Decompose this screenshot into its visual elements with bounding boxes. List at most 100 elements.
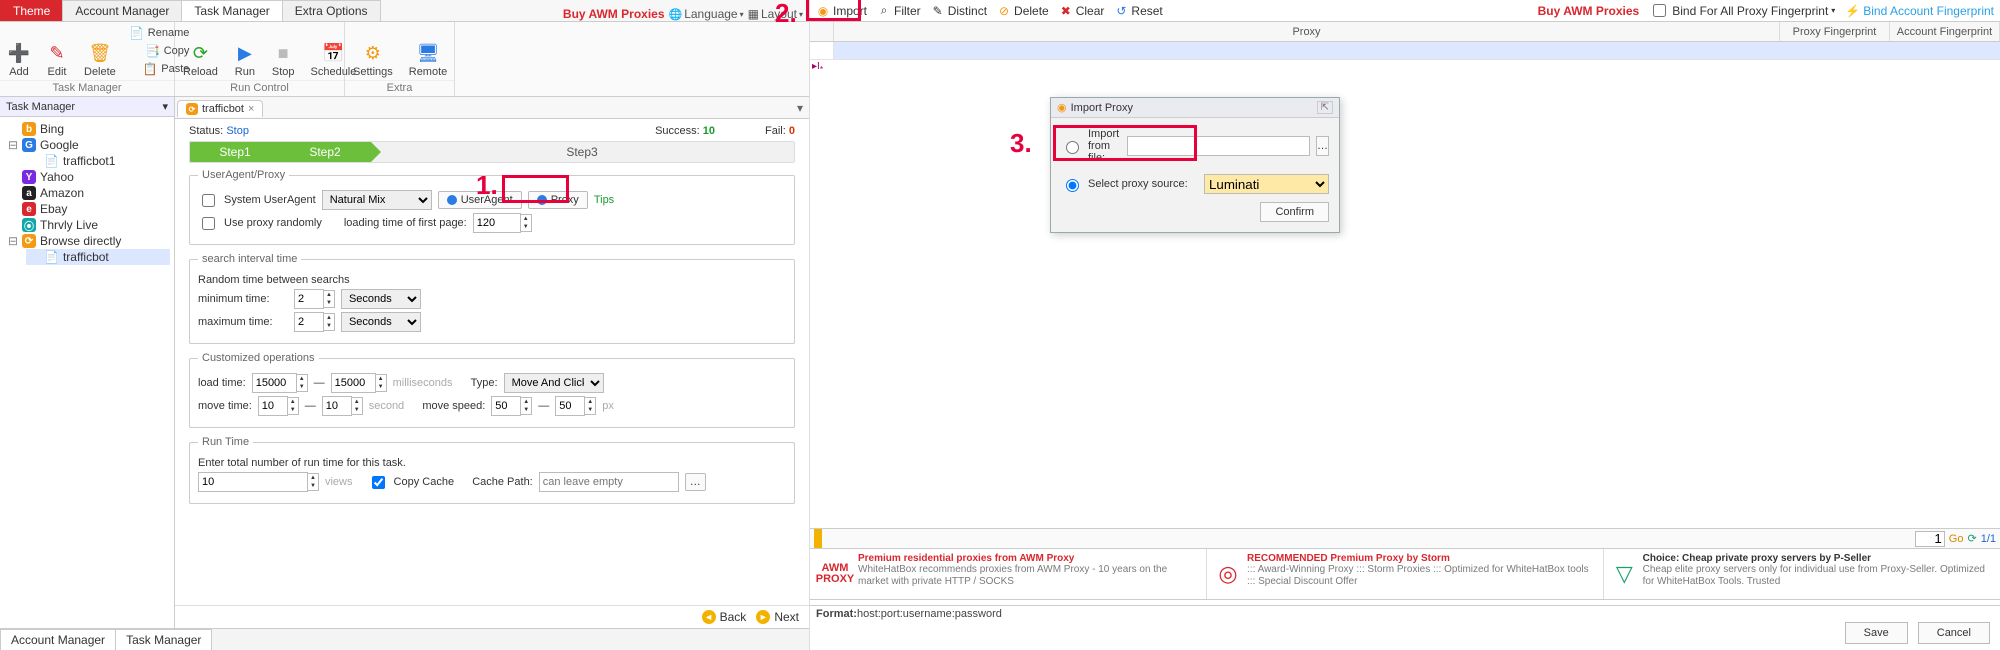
- tips-link[interactable]: Tips: [594, 194, 614, 206]
- reload-button[interactable]: ⟳Reload: [175, 22, 226, 80]
- tree-item-yahoo[interactable]: YYahoo: [4, 169, 170, 185]
- spinner-buttons[interactable]: ▲▼: [376, 374, 387, 392]
- ribbon-caption-run: Run Control: [175, 80, 344, 96]
- run-count-input[interactable]: [198, 472, 308, 492]
- browse-file-button[interactable]: …: [1316, 136, 1329, 156]
- spinner-buttons[interactable]: ▲▼: [521, 397, 532, 415]
- clear-button[interactable]: ✖Clear: [1059, 4, 1105, 18]
- tree-item-browse-directly[interactable]: ⊟⟳Browse directly: [4, 233, 170, 249]
- tree-item-trafficbot[interactable]: 📄trafficbot: [26, 249, 170, 265]
- copy-cache-checkbox[interactable]: [372, 476, 385, 489]
- spinner-buttons[interactable]: ▲▼: [288, 397, 299, 415]
- move-time-label: move time:: [198, 400, 252, 412]
- ad-awm[interactable]: AWM PROXY Premium residential proxies fr…: [810, 549, 1207, 599]
- spinner-buttons[interactable]: ▲▼: [352, 397, 363, 415]
- page-input[interactable]: [1915, 531, 1945, 547]
- collapse-icon[interactable]: ⊟: [8, 138, 18, 152]
- delete-button[interactable]: 🗑Delete: [76, 22, 124, 80]
- confirm-button[interactable]: Confirm: [1260, 202, 1329, 222]
- go-button[interactable]: Go: [1949, 533, 1964, 545]
- language-menu[interactable]: 🌐Language ▾: [669, 7, 744, 21]
- tree-item-amazon[interactable]: aAmazon: [4, 185, 170, 201]
- run-button[interactable]: ▶Run: [226, 22, 264, 80]
- distinct-button[interactable]: ✎Distinct: [931, 4, 987, 18]
- edit-button[interactable]: ✎Edit: [38, 22, 76, 80]
- save-button[interactable]: Save: [1845, 622, 1908, 644]
- col-account-fp[interactable]: Account Fingerprint: [1890, 22, 2000, 41]
- load-time-max[interactable]: [331, 373, 376, 393]
- move-speed-min[interactable]: [491, 396, 521, 416]
- delete-button[interactable]: ⊘Delete: [997, 4, 1049, 18]
- tab-account-manager[interactable]: Account Manager: [62, 0, 182, 21]
- tree-item-trafficbot1[interactable]: 📄trafficbot1: [26, 153, 170, 169]
- filter-button[interactable]: ⌕Filter: [877, 4, 921, 18]
- stop-button[interactable]: ■Stop: [264, 22, 303, 80]
- min-unit-combo[interactable]: Seconds: [341, 289, 421, 309]
- ad-storm[interactable]: ◎ RECOMMENDED Premium Proxy by Storm::: …: [1207, 549, 1604, 599]
- import-file-path[interactable]: [1127, 136, 1310, 156]
- cancel-button[interactable]: Cancel: [1918, 622, 1990, 644]
- move-speed-max[interactable]: [555, 396, 585, 416]
- cache-path-input[interactable]: [539, 472, 679, 492]
- spinner-buttons[interactable]: ▲▼: [521, 214, 532, 232]
- load-first-input[interactable]: [473, 213, 521, 233]
- grid-corner[interactable]: [810, 22, 834, 41]
- doc-tab-menu[interactable]: ▾: [791, 101, 809, 115]
- spinner-buttons[interactable]: ▲▼: [297, 374, 308, 392]
- tree-item-bing[interactable]: bBing: [4, 121, 170, 137]
- spinner-buttons[interactable]: ▲▼: [324, 313, 335, 331]
- tree-item-thrvly[interactable]: ⦿Thrvly Live: [4, 217, 170, 233]
- close-tab-icon[interactable]: ×: [248, 103, 254, 115]
- dialog-title-bar[interactable]: ◉ Import Proxy ⇱: [1051, 98, 1339, 118]
- refresh-icon[interactable]: ⟳: [1967, 532, 1976, 545]
- collapse-icon[interactable]: ⊟: [8, 234, 18, 248]
- tab-task-manager[interactable]: Task Manager: [181, 0, 282, 21]
- ad-pseller[interactable]: ▽ Choice: Cheap private proxy servers by…: [1604, 549, 2000, 599]
- random-proxy-checkbox[interactable]: [202, 217, 215, 230]
- doc-tab-trafficbot[interactable]: ⟳trafficbot×: [177, 100, 263, 117]
- max-unit-combo[interactable]: Seconds: [341, 312, 421, 332]
- proxy-source-radio[interactable]: [1066, 179, 1079, 192]
- settings-button[interactable]: ⚙Settings: [345, 22, 401, 80]
- bottom-tab-task[interactable]: Task Manager: [115, 629, 212, 650]
- import-file-radio[interactable]: [1066, 141, 1079, 154]
- col-proxy-fp[interactable]: Proxy Fingerprint: [1780, 22, 1890, 41]
- proxy-button[interactable]: Proxy: [528, 191, 588, 209]
- type-combo[interactable]: Move And Click: [504, 373, 604, 393]
- back-button[interactable]: ◄Back: [702, 610, 747, 624]
- bind-all-checkbox[interactable]: [1653, 4, 1666, 17]
- tab-extra-options[interactable]: Extra Options: [282, 0, 381, 21]
- max-time-input[interactable]: [294, 312, 324, 332]
- col-proxy[interactable]: Proxy: [834, 22, 1780, 41]
- bind-account-button[interactable]: ⚡Bind Account Fingerprint: [1845, 4, 1994, 18]
- min-time-input[interactable]: [294, 289, 324, 309]
- spinner-buttons[interactable]: ▲▼: [585, 397, 596, 415]
- buy-proxies-link[interactable]: Buy AWM Proxies: [563, 7, 665, 21]
- tree-item-ebay[interactable]: eEbay: [4, 201, 170, 217]
- spinner-buttons[interactable]: ▲▼: [324, 290, 335, 308]
- load-time-min[interactable]: [252, 373, 297, 393]
- proxy-source-combo[interactable]: Luminati: [1204, 174, 1329, 194]
- move-time-max[interactable]: [322, 396, 352, 416]
- move-time-min[interactable]: [258, 396, 288, 416]
- tree-item-google[interactable]: ⊟GGoogle: [4, 137, 170, 153]
- system-ua-checkbox[interactable]: [202, 194, 215, 207]
- reset-button[interactable]: ↺Reset: [1114, 4, 1162, 18]
- remote-button[interactable]: 🖥Remote: [401, 22, 456, 80]
- grid-header: Proxy Proxy Fingerprint Account Fingerpr…: [810, 22, 2000, 42]
- chevron-down-icon[interactable]: ▾: [162, 100, 168, 113]
- dialog-pin-icon[interactable]: ⇱: [1317, 101, 1333, 114]
- next-button[interactable]: ►Next: [756, 610, 799, 624]
- step-1[interactable]: Step1: [190, 141, 280, 163]
- tab-theme[interactable]: Theme: [0, 0, 63, 21]
- grid-row-selected[interactable]: [834, 42, 2000, 59]
- add-button[interactable]: ➕Add: [0, 22, 38, 80]
- bottom-tab-account[interactable]: Account Manager: [0, 629, 116, 650]
- spinner-buttons[interactable]: ▲▼: [308, 473, 319, 491]
- step-2[interactable]: Step2: [280, 141, 370, 163]
- step-3[interactable]: Step3: [370, 141, 794, 163]
- browse-cache-button[interactable]: …: [685, 473, 706, 491]
- ua-combo[interactable]: Natural Mix: [322, 190, 432, 210]
- import-button[interactable]: ◉Import: [816, 4, 867, 18]
- buy-proxies-link-2[interactable]: Buy AWM Proxies: [1538, 4, 1640, 18]
